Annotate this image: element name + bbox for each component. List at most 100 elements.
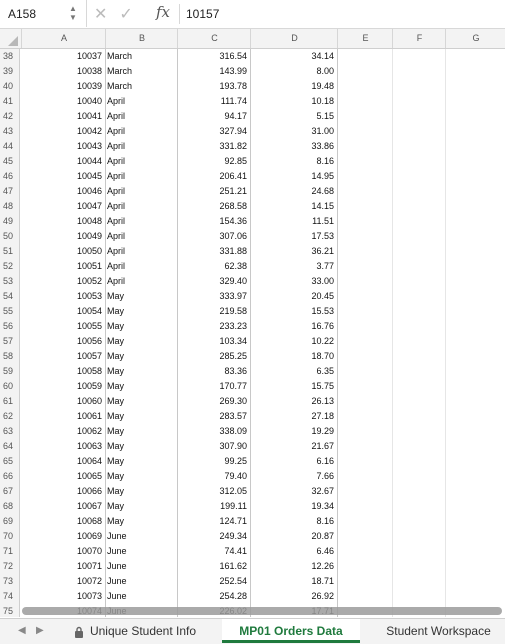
cell-value[interactable]: 33.00	[250, 274, 337, 289]
cell-amount[interactable]: 170.77	[177, 379, 250, 394]
cell-order-id[interactable]: 10055	[21, 319, 105, 334]
cell-value[interactable]: 8.00	[250, 64, 337, 79]
cell-value[interactable]: 8.16	[250, 154, 337, 169]
cell-month[interactable]: April	[105, 229, 177, 244]
cell-order-id[interactable]: 10046	[21, 184, 105, 199]
cell-month[interactable]: May	[105, 334, 177, 349]
cell-value[interactable]: 26.13	[250, 394, 337, 409]
row-number[interactable]: 65	[0, 454, 20, 469]
cell-value[interactable]: 17.53	[250, 229, 337, 244]
cell-amount[interactable]: 154.36	[177, 214, 250, 229]
row-number[interactable]: 58	[0, 349, 20, 364]
cell-amount[interactable]: 285.25	[177, 349, 250, 364]
cell-value[interactable]: 27.18	[250, 409, 337, 424]
cell-order-id[interactable]: 10057	[21, 349, 105, 364]
cell-order-id[interactable]: 10044	[21, 154, 105, 169]
row-number[interactable]: 44	[0, 139, 20, 154]
row-number[interactable]: 69	[0, 514, 20, 529]
cell-month[interactable]: April	[105, 199, 177, 214]
cell-value[interactable]: 15.75	[250, 379, 337, 394]
cell-order-id[interactable]: 10042	[21, 124, 105, 139]
cell-value[interactable]: 19.34	[250, 499, 337, 514]
cell-order-id[interactable]: 10049	[21, 229, 105, 244]
cell-amount[interactable]: 333.97	[177, 289, 250, 304]
cell-value[interactable]: 18.70	[250, 349, 337, 364]
cell-order-id[interactable]: 10038	[21, 64, 105, 79]
cell-amount[interactable]: 331.82	[177, 139, 250, 154]
cell-month[interactable]: April	[105, 109, 177, 124]
row-number[interactable]: 66	[0, 469, 20, 484]
cell-amount[interactable]: 103.34	[177, 334, 250, 349]
cell-order-id[interactable]: 10059	[21, 379, 105, 394]
cell-value[interactable]: 33.86	[250, 139, 337, 154]
cell-amount[interactable]: 249.34	[177, 529, 250, 544]
cell-month[interactable]: March	[105, 49, 177, 64]
cell-order-id[interactable]: 10045	[21, 169, 105, 184]
cell-amount[interactable]: 199.11	[177, 499, 250, 514]
cell-amount[interactable]: 283.57	[177, 409, 250, 424]
cell-value[interactable]: 18.71	[250, 574, 337, 589]
cell-order-id[interactable]: 10066	[21, 484, 105, 499]
cell-month[interactable]: May	[105, 394, 177, 409]
cell-value[interactable]: 19.48	[250, 79, 337, 94]
cell-value[interactable]: 24.68	[250, 184, 337, 199]
cell-month[interactable]: April	[105, 244, 177, 259]
cell-amount[interactable]: 92.85	[177, 154, 250, 169]
tab-student-workspace[interactable]: Student Workspace	[372, 619, 505, 643]
cell-month[interactable]: April	[105, 154, 177, 169]
cell-month[interactable]: June	[105, 529, 177, 544]
spreadsheet-grid[interactable]: 38 10037 March 316.54 34.14 39 10038 March 143.9…	[0, 49, 505, 617]
row-number[interactable]: 61	[0, 394, 20, 409]
row-number[interactable]: 47	[0, 184, 20, 199]
cell-month[interactable]: May	[105, 454, 177, 469]
column-header-b[interactable]: B	[105, 29, 178, 48]
cell-order-id[interactable]: 10062	[21, 424, 105, 439]
cell-order-id[interactable]: 10067	[21, 499, 105, 514]
cell-amount[interactable]: 99.25	[177, 454, 250, 469]
cell-amount[interactable]: 143.99	[177, 64, 250, 79]
cell-amount[interactable]: 331.88	[177, 244, 250, 259]
row-number[interactable]: 75	[0, 604, 20, 617]
cell-order-id[interactable]: 10048	[21, 214, 105, 229]
cell-amount[interactable]: 316.54	[177, 49, 250, 64]
tab-mp01-orders-data[interactable]: MP01 Orders Data	[222, 619, 360, 643]
cell-month[interactable]: May	[105, 364, 177, 379]
cell-amount[interactable]: 251.21	[177, 184, 250, 199]
cell-amount[interactable]: 269.30	[177, 394, 250, 409]
cell-month[interactable]: May	[105, 469, 177, 484]
cell-amount[interactable]: 254.28	[177, 589, 250, 604]
prev-sheet-icon[interactable]: ◀	[18, 625, 26, 636]
cell-value[interactable]: 8.16	[250, 514, 337, 529]
cell-month[interactable]: May	[105, 349, 177, 364]
cell-value[interactable]: 10.22	[250, 334, 337, 349]
row-number[interactable]: 56	[0, 319, 20, 334]
cell-order-id[interactable]: 10043	[21, 139, 105, 154]
cell-amount[interactable]: 94.17	[177, 109, 250, 124]
cell-amount[interactable]: 338.09	[177, 424, 250, 439]
confirm-icon[interactable]: ✓	[119, 6, 132, 23]
cell-amount[interactable]: 111.74	[177, 94, 250, 109]
row-number[interactable]: 63	[0, 424, 20, 439]
cell-order-id[interactable]: 10061	[21, 409, 105, 424]
cell-month[interactable]: April	[105, 124, 177, 139]
cell-value[interactable]: 14.95	[250, 169, 337, 184]
row-number[interactable]: 62	[0, 409, 20, 424]
cell-value[interactable]: 20.87	[250, 529, 337, 544]
cell-month[interactable]: May	[105, 409, 177, 424]
row-number[interactable]: 48	[0, 199, 20, 214]
cell-order-id[interactable]: 10071	[21, 559, 105, 574]
cell-value[interactable]: 19.29	[250, 424, 337, 439]
column-header-c[interactable]: C	[177, 29, 251, 48]
cell-order-id[interactable]: 10039	[21, 79, 105, 94]
cell-amount[interactable]: 327.94	[177, 124, 250, 139]
cell-month[interactable]: April	[105, 274, 177, 289]
cell-order-id[interactable]: 10053	[21, 289, 105, 304]
cell-month[interactable]: June	[105, 574, 177, 589]
name-box[interactable]: A158 ▲ ▼	[0, 0, 87, 27]
horizontal-scrollbar[interactable]	[22, 607, 502, 615]
cell-month[interactable]: March	[105, 64, 177, 79]
cell-value[interactable]: 12.26	[250, 559, 337, 574]
cell-value[interactable]: 6.46	[250, 544, 337, 559]
row-number[interactable]: 74	[0, 589, 20, 604]
cell-month[interactable]: June	[105, 559, 177, 574]
